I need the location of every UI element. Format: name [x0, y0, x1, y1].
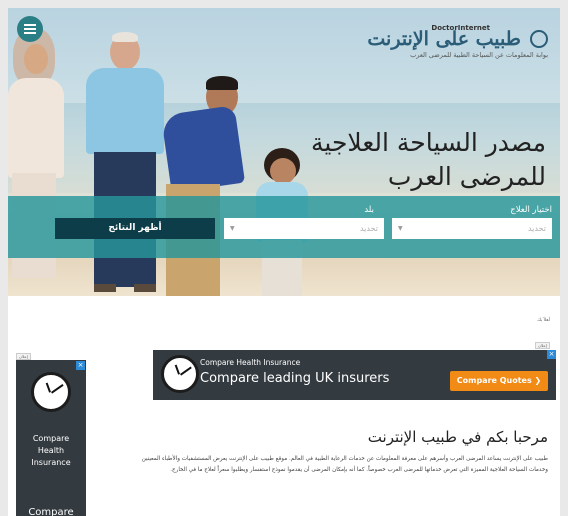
clock-icon	[31, 372, 71, 412]
hero-banner: DoctorInternet طبيب على الإنترنت بوابة ا…	[8, 8, 560, 296]
treatment-select[interactable]: تحديد ▼	[392, 218, 552, 239]
menu-button[interactable]	[17, 16, 43, 42]
banner-ad-subtitle: Compare Health Insurance	[200, 358, 301, 367]
country-label: بلد	[364, 205, 374, 215]
side-ad-bottom-text: Compare	[28, 507, 74, 516]
country-select-value: تحديد	[359, 224, 378, 233]
chevron-down-icon: ▼	[230, 225, 235, 232]
country-select[interactable]: تحديد ▼	[224, 218, 384, 239]
page: DoctorInternet طبيب على الإنترنت بوابة ا…	[8, 8, 560, 516]
chevron-down-icon: ▼	[398, 225, 403, 232]
hero-headline-line-1: مصدر السياحة العلاجية	[311, 128, 546, 157]
banner-ad[interactable]: × Compare Health Insurance Compare leadi…	[153, 350, 556, 400]
logo-brand-en: DoctorInternet	[431, 24, 490, 32]
ad-close-icon[interactable]: ×	[76, 361, 85, 370]
show-results-button[interactable]: أظهر النتائج	[55, 218, 215, 239]
welcome-title: مرحبا بكم في طبيب الإنترنت	[367, 428, 548, 446]
logo-icon	[530, 30, 548, 48]
treatment-select-value: تحديد	[527, 224, 546, 233]
hero-headline: مصدر السياحة العلاجية للمرضى العرب	[311, 126, 546, 194]
ad-close-icon[interactable]: ×	[547, 350, 556, 359]
banner-ad-title: Compare leading UK insurers	[200, 371, 390, 386]
breadcrumb[interactable]: أهلاً بك	[537, 318, 550, 323]
side-ad-line-3: Insurance	[31, 458, 71, 467]
hero-person-father	[160, 76, 260, 296]
clock-icon	[161, 355, 199, 393]
search-panel: اختيار العلاج بلد تحديد ▼ تحديد ▼ أظهر ا…	[8, 196, 560, 258]
treatment-label: اختيار العلاج	[510, 205, 552, 215]
hero-headline-line-2: للمرضى العرب	[387, 162, 546, 191]
side-ad[interactable]: × Compare Health Insurance Compare	[16, 360, 86, 516]
welcome-text: طبيب على الإنترنت يساعد المرضى العرب وأس…	[141, 456, 548, 473]
logo-tagline: بوابة المعلومات عن السياحة الطبية للمرضى…	[410, 51, 548, 59]
ad-badge: إعلان	[535, 342, 550, 349]
site-logo[interactable]: DoctorInternet طبيب على الإنترنت بوابة ا…	[348, 24, 548, 59]
ad-badge: إعلان	[16, 353, 31, 360]
side-ad-line-2: Health	[37, 446, 65, 455]
side-ad-line-1: Compare	[32, 434, 70, 443]
hamburger-icon	[24, 28, 36, 30]
compare-quotes-button[interactable]: Compare Quotes ❯	[450, 371, 548, 391]
